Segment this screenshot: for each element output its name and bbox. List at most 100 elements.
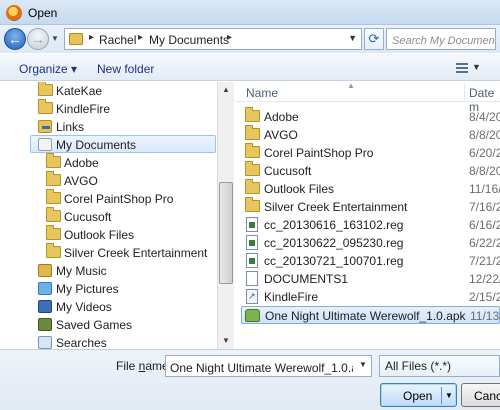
file-name: Cucusoft — [264, 164, 312, 178]
folder-icon — [38, 99, 53, 114]
sidebar-item-my-pictures[interactable]: My Pictures — [0, 280, 217, 298]
sidebar-item-label: Adobe — [64, 156, 99, 170]
file-date: 11/16/ — [469, 182, 500, 196]
folder-icon — [245, 179, 260, 194]
file-name: Outlook Files — [264, 182, 335, 196]
file-name: cc_20130622_095230.reg — [264, 236, 404, 250]
scrollbar-thumb[interactable] — [219, 182, 233, 284]
recent-locations-button[interactable]: ▼ — [51, 34, 60, 43]
file-row[interactable]: cc_20130721_100701.reg 7/21/2 — [241, 252, 500, 270]
file-date: 8/8/20 — [469, 164, 500, 178]
sidebar-item-my-music[interactable]: My Music — [0, 262, 217, 280]
file-row[interactable]: DOCUMENTS1 12/22/ — [241, 270, 500, 288]
filename-label-prefix: File — [116, 359, 139, 373]
sidebar-item-cucusoft[interactable]: Cucusoft — [0, 207, 217, 226]
folder-icon — [69, 33, 83, 45]
registry-file-icon — [246, 253, 258, 268]
file-row[interactable]: Adobe 8/4/20 — [241, 107, 500, 126]
sidebar-item-katekae[interactable]: KateKae — [0, 82, 217, 100]
breadcrumb-rachel[interactable]: Rachel — [99, 33, 136, 47]
refresh-button[interactable]: ⟳ — [364, 28, 384, 50]
back-button[interactable]: ← — [4, 28, 26, 50]
navigation-bar: ← → ▼ ▸ Rachel ▸ My Documents ▸ ▼ ⟳ — [0, 25, 500, 66]
address-bar[interactable]: ▸ Rachel ▸ My Documents ▸ ▼ — [64, 28, 362, 50]
dialog-footer: File name: ▼ All Files (*.*) Open ▼ Canc… — [0, 349, 500, 410]
file-name: cc_20130721_100701.reg — [264, 254, 404, 268]
folder-icon — [245, 161, 260, 176]
column-divider[interactable] — [464, 84, 465, 100]
folder-icon — [46, 225, 61, 240]
file-list: ▲ Name Date m Adobe 8/4/20 AVGO 8/8/20 C… — [235, 82, 500, 349]
cancel-button[interactable]: Cancel — [461, 383, 500, 407]
sidebar-item-label: Silver Creek Entertainment — [64, 246, 208, 260]
organize-button[interactable]: Organize ▾ — [19, 62, 77, 76]
folder-icon — [245, 107, 260, 122]
open-button[interactable]: Open ▼ — [380, 383, 457, 407]
open-button-label: Open — [403, 389, 433, 403]
file-row[interactable]: cc_20130622_095230.reg 6/22/2 — [241, 234, 500, 252]
file-date: 6/16/2 — [469, 218, 500, 232]
file-row[interactable]: AVGO 8/8/20 — [241, 125, 500, 144]
sidebar-item-label: My Videos — [56, 300, 112, 314]
file-date: 11/13/ — [470, 309, 500, 323]
filename-label: File name: — [116, 359, 172, 373]
sidebar-item-adobe[interactable]: Adobe — [0, 153, 217, 172]
sort-ascending-icon: ▲ — [347, 82, 355, 90]
registry-file-icon — [246, 235, 258, 250]
file-type-select[interactable]: All Files (*.*) — [379, 355, 500, 377]
music-icon — [38, 264, 52, 277]
filename-input[interactable] — [165, 355, 372, 377]
refresh-icon: ⟳ — [368, 31, 380, 46]
sidebar-item-silver-creek-entertainment[interactable]: Silver Creek Entertainment — [0, 243, 217, 262]
chevron-right-icon[interactable]: ▸ — [89, 32, 94, 43]
file-name: Adobe — [264, 110, 299, 124]
sidebar-item-saved-games[interactable]: Saved Games — [0, 316, 217, 334]
document-file-icon — [246, 271, 258, 286]
search-input[interactable] — [386, 28, 496, 50]
chevron-down-icon[interactable]: ▼ — [445, 391, 453, 400]
file-date: 8/8/20 — [469, 128, 500, 142]
breadcrumb-my-documents[interactable]: My Documents — [149, 33, 229, 47]
file-date: 7/16/2 — [469, 200, 500, 214]
file-row[interactable]: Outlook Files 11/16/ — [241, 179, 500, 198]
sidebar-item-label: Corel PaintShop Pro — [64, 192, 174, 206]
navigation-scrollbar[interactable]: ▲ ▼ — [217, 82, 234, 349]
sidebar-item-label: My Documents — [56, 138, 137, 152]
file-name: Corel PaintShop Pro — [264, 146, 374, 160]
sidebar-item-label: KateKae — [56, 84, 103, 98]
file-row[interactable]: KindleFire 2/15/2 — [241, 288, 500, 306]
chevron-down-icon[interactable]: ▼ — [359, 360, 367, 369]
chevron-down-icon[interactable]: ▼ — [472, 62, 481, 72]
new-folder-button[interactable]: New folder — [97, 62, 154, 76]
sidebar-item-corel-paintshop-pro[interactable]: Corel PaintShop Pro — [0, 189, 217, 208]
sidebar-item-avgo[interactable]: AVGO — [0, 171, 217, 190]
sidebar-item-my-documents[interactable]: My Documents — [30, 135, 216, 153]
pictures-icon — [38, 282, 52, 295]
file-row[interactable]: Cucusoft 8/8/20 — [241, 161, 500, 180]
file-row[interactable]: Silver Creek Entertainment 7/16/2 — [241, 197, 500, 216]
view-icon[interactable] — [456, 63, 468, 73]
file-row[interactable]: Corel PaintShop Pro 6/20/2 — [241, 143, 500, 162]
scroll-down-icon[interactable]: ▼ — [218, 333, 234, 349]
registry-file-icon — [246, 217, 258, 232]
scroll-up-icon[interactable]: ▲ — [218, 82, 234, 98]
file-row[interactable]: cc_20130616_163102.reg 6/16/2 — [241, 216, 500, 234]
command-bar: Organize ▾ New folder ▼ — [0, 53, 500, 81]
sidebar-item-my-videos[interactable]: My Videos — [0, 298, 217, 316]
sidebar-item-kindlefire[interactable]: KindleFire — [0, 99, 217, 118]
chevron-right-icon[interactable]: ▸ — [138, 32, 143, 43]
column-header-name[interactable]: Name — [246, 86, 278, 100]
sidebar-item-label: Outlook Files — [64, 228, 135, 242]
saved-games-icon — [38, 318, 52, 331]
sidebar-item-searches[interactable]: Searches — [0, 334, 217, 349]
file-date: 12/22/ — [469, 272, 500, 286]
videos-icon — [38, 300, 52, 313]
chevron-right-icon[interactable]: ▸ — [227, 32, 232, 43]
sidebar-item-outlook-files[interactable]: Outlook Files — [0, 225, 217, 244]
sidebar-item-label: Saved Games — [56, 318, 133, 332]
chevron-down-icon[interactable]: ▼ — [348, 33, 357, 43]
sidebar-item-label: My Pictures — [56, 282, 119, 296]
sidebar-item-links[interactable]: Links — [0, 118, 217, 136]
file-row-selected[interactable]: One Night Ultimate Werewolf_1.0.apk 11/1… — [241, 306, 500, 324]
forward-button[interactable]: → — [27, 28, 49, 50]
